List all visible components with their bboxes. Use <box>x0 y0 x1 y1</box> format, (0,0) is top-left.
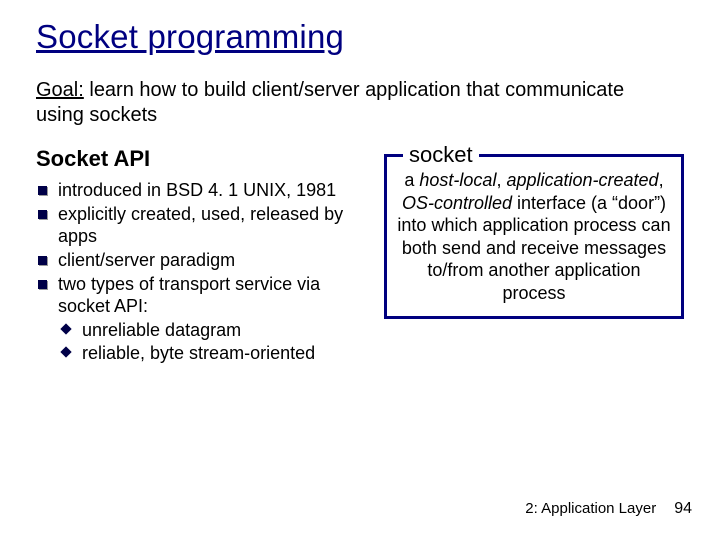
footer-chapter: 2: Application Layer <box>525 500 656 517</box>
list-item: client/server paradigm <box>36 250 356 272</box>
slide-footer: 2: Application Layer 94 <box>525 500 692 518</box>
socket-em-host-local: host-local <box>419 170 496 190</box>
list-item: two types of transport service via socke… <box>36 274 356 365</box>
right-column: socket a host-local, application-created… <box>384 146 684 367</box>
goal-text: learn how to build client/server applica… <box>36 79 624 126</box>
api-sub-list: unreliable datagram reliable, byte strea… <box>58 320 356 365</box>
content-columns: Socket API introduced in BSD 4. 1 UNIX, … <box>36 146 684 367</box>
list-item-text: two types of transport service via socke… <box>58 274 320 316</box>
footer-page-number: 94 <box>674 500 692 518</box>
socket-body-prefix: a <box>404 170 419 190</box>
socket-em-os-controlled: OS-controlled <box>402 193 512 213</box>
sub-list-item: reliable, byte stream-oriented <box>58 343 356 365</box>
goal-line: Goal: learn how to build client/server a… <box>36 78 684 128</box>
socket-sep2: , <box>659 170 664 190</box>
api-bullet-list: introduced in BSD 4. 1 UNIX, 1981 explic… <box>36 180 356 365</box>
goal-label: Goal: <box>36 79 84 101</box>
list-item: introduced in BSD 4. 1 UNIX, 1981 <box>36 180 356 202</box>
socket-api-heading: Socket API <box>36 146 356 172</box>
slide-title: Socket programming <box>36 18 684 56</box>
socket-legend: socket <box>403 141 479 169</box>
socket-definition-box: socket a host-local, application-created… <box>384 154 684 319</box>
list-item: explicitly created, used, released by ap… <box>36 204 356 248</box>
socket-sep1: , <box>496 170 506 190</box>
socket-em-app-created: application-created <box>506 170 658 190</box>
left-column: Socket API introduced in BSD 4. 1 UNIX, … <box>36 146 356 367</box>
sub-list-item: unreliable datagram <box>58 320 356 342</box>
